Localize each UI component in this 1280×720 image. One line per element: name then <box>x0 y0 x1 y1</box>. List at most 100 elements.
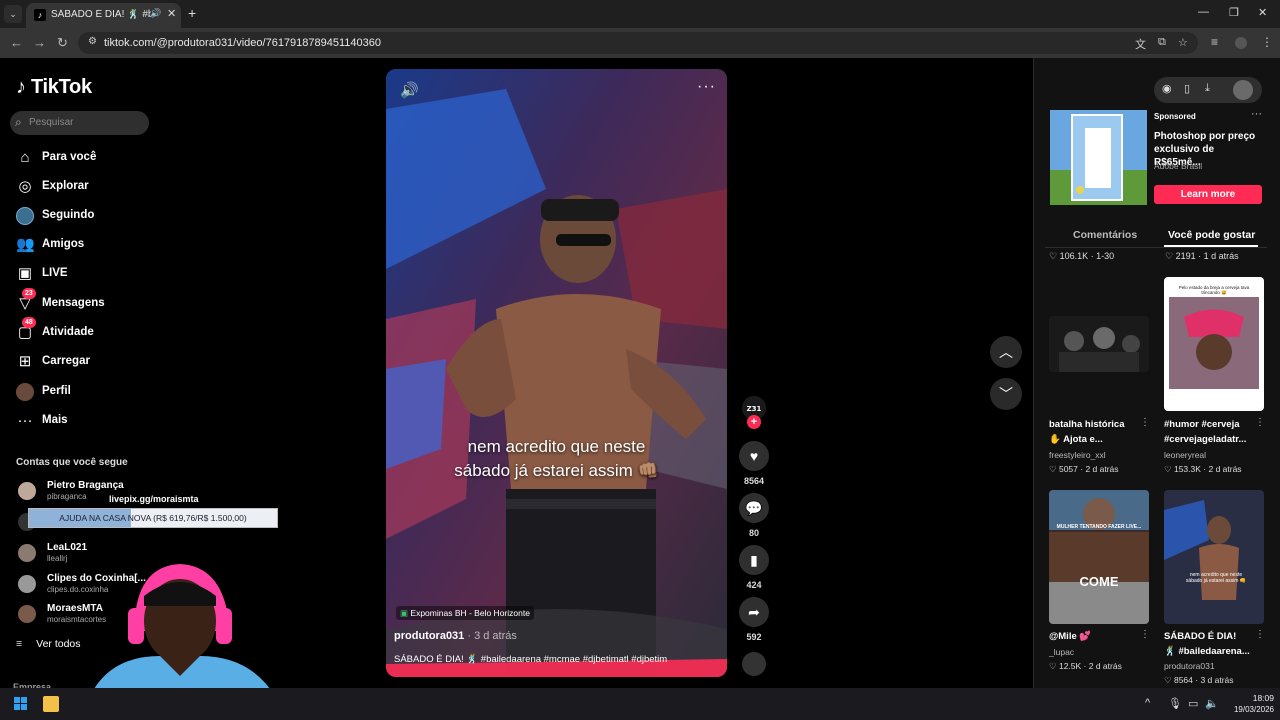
ad-more-icon[interactable]: ··· <box>1251 108 1262 120</box>
nav-upload[interactable]: ⊞ Carregar <box>16 352 156 374</box>
translate-icon[interactable]: 文 <box>1135 36 1146 52</box>
clock-date[interactable]: 19/03/2026 <box>1224 705 1274 714</box>
compass-icon: ◎ <box>18 178 32 195</box>
nav-messages[interactable]: ▽ 23 Mensagens <box>16 288 156 316</box>
download-icon[interactable]: ⤓ <box>1205 82 1210 95</box>
card-more-icon[interactable]: ⋮ <box>1140 629 1150 640</box>
install-app-icon[interactable]: ⧉ <box>1158 36 1166 49</box>
tab-close-icon[interactable]: ✕ <box>167 7 176 20</box>
file-explorer-icon[interactable] <box>43 696 59 712</box>
profile-avatar-icon[interactable] <box>1235 37 1247 49</box>
save-button[interactable]: ▮ <box>739 545 769 575</box>
tiktok-logo[interactable]: ♪ TikTok <box>16 76 92 99</box>
compass-icon[interactable]: ◉ <box>1162 82 1172 95</box>
card-more-icon[interactable]: ⋮ <box>1255 629 1265 640</box>
tray-overflow-icon[interactable]: ^ <box>1145 697 1150 709</box>
search-input[interactable]: ⌕ Pesquisar <box>10 111 149 135</box>
author-name[interactable]: produtora031 <box>394 630 464 642</box>
learn-more-button[interactable]: Learn more <box>1154 185 1262 204</box>
back-arrow-icon[interactable]: ← <box>10 35 23 50</box>
microphone-icon[interactable]: 🎙 <box>1168 697 1182 710</box>
video-description[interactable]: SÁBADO É DIA! 🕺 #bailedaarena #mcmae #dj… <box>394 654 667 665</box>
next-video-button[interactable]: ﹀ <box>990 378 1022 410</box>
browser-toolbar: ← → ↻ ⚙ tiktok.com/@produtora031/video/7… <box>0 28 1280 58</box>
tab-recommended[interactable]: Você pode gostar <box>1168 229 1255 241</box>
tab-comments[interactable]: Comentários <box>1073 229 1137 241</box>
video-card-thumbnail[interactable]: Pelo estado da breja a cerveja tava trin… <box>1164 277 1264 411</box>
window-close-button[interactable]: ✕ <box>1258 6 1267 19</box>
video-player[interactable]: 🔊 ··· nem acredito que neste sábado já e… <box>386 69 727 677</box>
live-icon: ▣ <box>17 265 33 282</box>
video-author-line[interactable]: produtora031 · 3 d atrás <box>394 630 517 642</box>
video-card-thumbnail[interactable]: MULHER TENTANDO FAZER LIVE... COME <box>1049 490 1149 624</box>
video-card-title[interactable]: #humor #cerveja #cervejageladatr... <box>1164 417 1250 447</box>
follow-plus-button[interactable]: + <box>747 415 761 429</box>
video-card-thumbnail[interactable]: nem acredito que neste sábado já estarei… <box>1164 490 1264 624</box>
volume-tray-icon[interactable]: 🔈 <box>1205 697 1219 710</box>
reload-icon[interactable]: ↻ <box>57 35 68 51</box>
windows-start-icon[interactable] <box>14 697 28 711</box>
clock-time[interactable]: 18:09 <box>1244 693 1274 703</box>
nav-explore[interactable]: ◎ Explorar <box>16 177 156 199</box>
volume-icon[interactable]: 🔊 <box>400 81 419 99</box>
video-card-author[interactable]: produtora031 <box>1164 661 1215 671</box>
nav-profile[interactable]: Perfil <box>16 382 156 404</box>
nav-friends[interactable]: 👥 Amigos <box>16 235 156 257</box>
video-card-author[interactable]: _lupac <box>1049 647 1074 657</box>
comment-button[interactable]: 💬 <box>739 493 769 523</box>
video-card-title[interactable]: SÁBADO É DIA! 🕺 #bailedaarena... <box>1164 629 1250 659</box>
user-avatar[interactable] <box>1233 80 1253 100</box>
previous-video-button[interactable]: ︿ <box>990 336 1022 368</box>
more-options-icon[interactable]: ··· <box>697 78 716 96</box>
nav-more[interactable]: ··· Mais <box>16 411 156 433</box>
video-card-title[interactable]: batalha histórica ✋ Ajota e... <box>1049 417 1135 447</box>
upload-icon: ⊞ <box>18 353 32 370</box>
video-card-author[interactable]: freestyleiro_xxl <box>1049 450 1106 460</box>
video-card-thumbnail[interactable] <box>1049 316 1149 372</box>
video-stat: ♡ 2191 · 1 d atrás <box>1165 251 1239 261</box>
location-tag[interactable]: ▣ Expominas BH - Belo Horizonte <box>396 606 534 620</box>
video-card-title[interactable]: @Mile 💕 <box>1049 629 1135 644</box>
nav-live[interactable]: ▣ LIVE <box>16 264 156 286</box>
music-disc-icon[interactable] <box>742 652 766 676</box>
forward-arrow-icon[interactable]: → <box>33 35 46 50</box>
like-button[interactable]: ♥ <box>739 441 769 471</box>
bookmark-star-icon[interactable]: ☆ <box>1178 36 1188 49</box>
svg-text:Z31: Z31 <box>747 405 762 413</box>
nav-following[interactable]: Seguindo <box>16 206 156 228</box>
ad-thumbnail[interactable] <box>1050 110 1147 205</box>
url-text[interactable]: tiktok.com/@produtora031/video/761791878… <box>104 37 381 49</box>
new-tab-button[interactable]: + <box>188 5 196 21</box>
card-more-icon[interactable]: ⋮ <box>1140 417 1150 428</box>
browser-tab[interactable]: ♪ SÁBADO É DIA! 🕺 #bailedaarena 🔊 ✕ <box>26 3 181 28</box>
media-control-icon[interactable]: ≡ <box>1211 35 1218 49</box>
video-caption-overlay: nem acredito que neste sábado já estarei… <box>386 435 727 483</box>
post-date: · 3 d atrás <box>464 630 517 642</box>
location-pin-icon: ▣ <box>400 608 409 618</box>
active-tab-indicator <box>1164 245 1258 247</box>
thumbnail-image <box>1169 297 1259 389</box>
ad-brand: Adobe Brasil <box>1154 161 1203 171</box>
video-frame <box>386 69 727 677</box>
site-info-icon[interactable]: ⚙ <box>88 36 97 47</box>
nav-activity[interactable]: ▢ 48 Atividade <box>16 317 156 345</box>
network-icon[interactable]: ▭ <box>1188 697 1198 710</box>
tab-audio-icon[interactable]: 🔊 <box>150 8 161 19</box>
minimize-button[interactable]: — <box>1198 6 1209 18</box>
restore-button[interactable]: ❐ <box>1229 6 1239 19</box>
tab-search-icon[interactable]: ⌄ <box>4 5 22 23</box>
nav-for-you[interactable]: ⌂ Para você <box>16 148 156 170</box>
windows-taskbar: ^ 🎙 ▭ 🔈 18:09 19/03/2026 <box>0 688 1280 720</box>
address-bar[interactable]: ⚙ tiktok.com/@produtora031/video/7617918… <box>78 32 1198 54</box>
logo-text: TikTok <box>30 76 92 98</box>
video-card-author[interactable]: leoneryreal <box>1164 450 1206 460</box>
video-stat: ♡ 106.1K · 1-30 <box>1049 251 1115 261</box>
chevron-down-icon: ﹀ <box>999 386 1013 402</box>
video-card-stats: ♡ 153.3K · 2 d atrás <box>1164 464 1242 474</box>
phone-icon[interactable]: ▯ <box>1184 82 1190 95</box>
browser-menu-icon[interactable]: ⋮ <box>1261 35 1273 49</box>
save-count: 424 <box>746 580 762 590</box>
share-button[interactable]: ➦ <box>739 597 769 627</box>
avatar <box>18 482 36 500</box>
card-more-icon[interactable]: ⋮ <box>1255 417 1265 428</box>
